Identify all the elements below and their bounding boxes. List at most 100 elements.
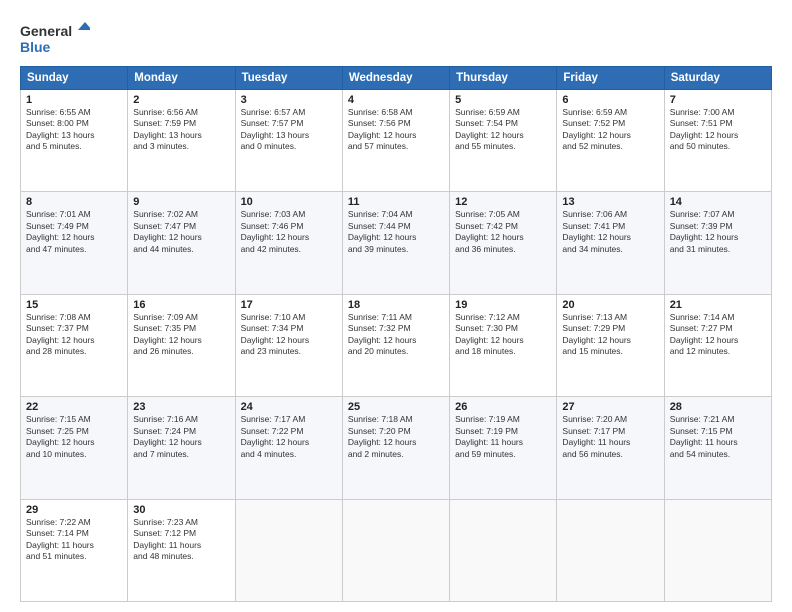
day-info: Sunrise: 7:13 AMSunset: 7:29 PMDaylight:… (562, 312, 658, 358)
header-saturday: Saturday (664, 67, 771, 90)
day-cell-22: 22Sunrise: 7:15 AMSunset: 7:25 PMDayligh… (21, 397, 128, 499)
top-section: General Blue (20, 18, 772, 58)
day-cell-9: 9Sunrise: 7:02 AMSunset: 7:47 PMDaylight… (128, 192, 235, 294)
day-number: 14 (670, 196, 766, 208)
day-cell-13: 13Sunrise: 7:06 AMSunset: 7:41 PMDayligh… (557, 192, 664, 294)
day-number: 27 (562, 401, 658, 413)
calendar: SundayMondayTuesdayWednesdayThursdayFrid… (20, 66, 772, 602)
day-number: 23 (133, 401, 229, 413)
svg-text:General: General (20, 23, 72, 39)
day-info: Sunrise: 7:04 AMSunset: 7:44 PMDaylight:… (348, 209, 444, 255)
day-number: 26 (455, 401, 551, 413)
day-info: Sunrise: 7:22 AMSunset: 7:14 PMDaylight:… (26, 517, 122, 563)
day-number: 2 (133, 94, 229, 106)
day-info: Sunrise: 7:19 AMSunset: 7:19 PMDaylight:… (455, 414, 551, 460)
day-number: 5 (455, 94, 551, 106)
day-info: Sunrise: 7:23 AMSunset: 7:12 PMDaylight:… (133, 517, 229, 563)
day-number: 29 (26, 504, 122, 516)
empty-cell (664, 499, 771, 601)
day-cell-24: 24Sunrise: 7:17 AMSunset: 7:22 PMDayligh… (235, 397, 342, 499)
day-info: Sunrise: 7:06 AMSunset: 7:41 PMDaylight:… (562, 209, 658, 255)
day-cell-4: 4Sunrise: 6:58 AMSunset: 7:56 PMDaylight… (342, 90, 449, 192)
day-cell-2: 2Sunrise: 6:56 AMSunset: 7:59 PMDaylight… (128, 90, 235, 192)
day-info: Sunrise: 7:05 AMSunset: 7:42 PMDaylight:… (455, 209, 551, 255)
day-number: 12 (455, 196, 551, 208)
week-row-1: 1Sunrise: 6:55 AMSunset: 8:00 PMDaylight… (21, 90, 772, 192)
empty-cell (557, 499, 664, 601)
day-number: 11 (348, 196, 444, 208)
day-cell-21: 21Sunrise: 7:14 AMSunset: 7:27 PMDayligh… (664, 294, 771, 396)
day-info: Sunrise: 6:59 AMSunset: 7:54 PMDaylight:… (455, 107, 551, 153)
day-number: 3 (241, 94, 337, 106)
empty-cell (450, 499, 557, 601)
header-monday: Monday (128, 67, 235, 90)
header-tuesday: Tuesday (235, 67, 342, 90)
day-info: Sunrise: 6:56 AMSunset: 7:59 PMDaylight:… (133, 107, 229, 153)
day-cell-18: 18Sunrise: 7:11 AMSunset: 7:32 PMDayligh… (342, 294, 449, 396)
day-cell-25: 25Sunrise: 7:18 AMSunset: 7:20 PMDayligh… (342, 397, 449, 499)
day-number: 1 (26, 94, 122, 106)
day-cell-1: 1Sunrise: 6:55 AMSunset: 8:00 PMDaylight… (21, 90, 128, 192)
empty-cell (342, 499, 449, 601)
empty-cell (235, 499, 342, 601)
day-cell-16: 16Sunrise: 7:09 AMSunset: 7:35 PMDayligh… (128, 294, 235, 396)
day-info: Sunrise: 7:09 AMSunset: 7:35 PMDaylight:… (133, 312, 229, 358)
day-info: Sunrise: 7:15 AMSunset: 7:25 PMDaylight:… (26, 414, 122, 460)
calendar-header-row: SundayMondayTuesdayWednesdayThursdayFrid… (21, 67, 772, 90)
week-row-2: 8Sunrise: 7:01 AMSunset: 7:49 PMDaylight… (21, 192, 772, 294)
day-number: 17 (241, 299, 337, 311)
day-cell-26: 26Sunrise: 7:19 AMSunset: 7:19 PMDayligh… (450, 397, 557, 499)
day-cell-23: 23Sunrise: 7:16 AMSunset: 7:24 PMDayligh… (128, 397, 235, 499)
logo-svg: General Blue (20, 18, 90, 58)
day-cell-14: 14Sunrise: 7:07 AMSunset: 7:39 PMDayligh… (664, 192, 771, 294)
day-number: 24 (241, 401, 337, 413)
day-cell-12: 12Sunrise: 7:05 AMSunset: 7:42 PMDayligh… (450, 192, 557, 294)
header-thursday: Thursday (450, 67, 557, 90)
day-number: 4 (348, 94, 444, 106)
day-info: Sunrise: 6:58 AMSunset: 7:56 PMDaylight:… (348, 107, 444, 153)
day-info: Sunrise: 7:20 AMSunset: 7:17 PMDaylight:… (562, 414, 658, 460)
day-number: 25 (348, 401, 444, 413)
day-number: 10 (241, 196, 337, 208)
week-row-5: 29Sunrise: 7:22 AMSunset: 7:14 PMDayligh… (21, 499, 772, 601)
day-number: 19 (455, 299, 551, 311)
logo: General Blue (20, 18, 90, 58)
day-number: 7 (670, 94, 766, 106)
day-cell-3: 3Sunrise: 6:57 AMSunset: 7:57 PMDaylight… (235, 90, 342, 192)
day-info: Sunrise: 7:01 AMSunset: 7:49 PMDaylight:… (26, 209, 122, 255)
day-cell-11: 11Sunrise: 7:04 AMSunset: 7:44 PMDayligh… (342, 192, 449, 294)
day-cell-6: 6Sunrise: 6:59 AMSunset: 7:52 PMDaylight… (557, 90, 664, 192)
day-cell-28: 28Sunrise: 7:21 AMSunset: 7:15 PMDayligh… (664, 397, 771, 499)
day-cell-19: 19Sunrise: 7:12 AMSunset: 7:30 PMDayligh… (450, 294, 557, 396)
day-number: 28 (670, 401, 766, 413)
day-info: Sunrise: 7:02 AMSunset: 7:47 PMDaylight:… (133, 209, 229, 255)
day-cell-15: 15Sunrise: 7:08 AMSunset: 7:37 PMDayligh… (21, 294, 128, 396)
day-cell-7: 7Sunrise: 7:00 AMSunset: 7:51 PMDaylight… (664, 90, 771, 192)
header-wednesday: Wednesday (342, 67, 449, 90)
day-number: 9 (133, 196, 229, 208)
day-number: 13 (562, 196, 658, 208)
day-number: 22 (26, 401, 122, 413)
day-cell-20: 20Sunrise: 7:13 AMSunset: 7:29 PMDayligh… (557, 294, 664, 396)
day-info: Sunrise: 7:16 AMSunset: 7:24 PMDaylight:… (133, 414, 229, 460)
day-number: 18 (348, 299, 444, 311)
day-cell-5: 5Sunrise: 6:59 AMSunset: 7:54 PMDaylight… (450, 90, 557, 192)
day-number: 21 (670, 299, 766, 311)
day-cell-10: 10Sunrise: 7:03 AMSunset: 7:46 PMDayligh… (235, 192, 342, 294)
day-cell-8: 8Sunrise: 7:01 AMSunset: 7:49 PMDaylight… (21, 192, 128, 294)
page: General Blue SundayMondayTuesdayWednesda… (0, 0, 792, 612)
day-info: Sunrise: 6:55 AMSunset: 8:00 PMDaylight:… (26, 107, 122, 153)
day-info: Sunrise: 7:12 AMSunset: 7:30 PMDaylight:… (455, 312, 551, 358)
day-number: 30 (133, 504, 229, 516)
day-number: 20 (562, 299, 658, 311)
day-number: 15 (26, 299, 122, 311)
week-row-4: 22Sunrise: 7:15 AMSunset: 7:25 PMDayligh… (21, 397, 772, 499)
day-info: Sunrise: 7:00 AMSunset: 7:51 PMDaylight:… (670, 107, 766, 153)
day-info: Sunrise: 7:08 AMSunset: 7:37 PMDaylight:… (26, 312, 122, 358)
day-cell-17: 17Sunrise: 7:10 AMSunset: 7:34 PMDayligh… (235, 294, 342, 396)
day-info: Sunrise: 7:11 AMSunset: 7:32 PMDaylight:… (348, 312, 444, 358)
day-info: Sunrise: 6:57 AMSunset: 7:57 PMDaylight:… (241, 107, 337, 153)
day-info: Sunrise: 7:18 AMSunset: 7:20 PMDaylight:… (348, 414, 444, 460)
day-info: Sunrise: 7:07 AMSunset: 7:39 PMDaylight:… (670, 209, 766, 255)
day-info: Sunrise: 6:59 AMSunset: 7:52 PMDaylight:… (562, 107, 658, 153)
